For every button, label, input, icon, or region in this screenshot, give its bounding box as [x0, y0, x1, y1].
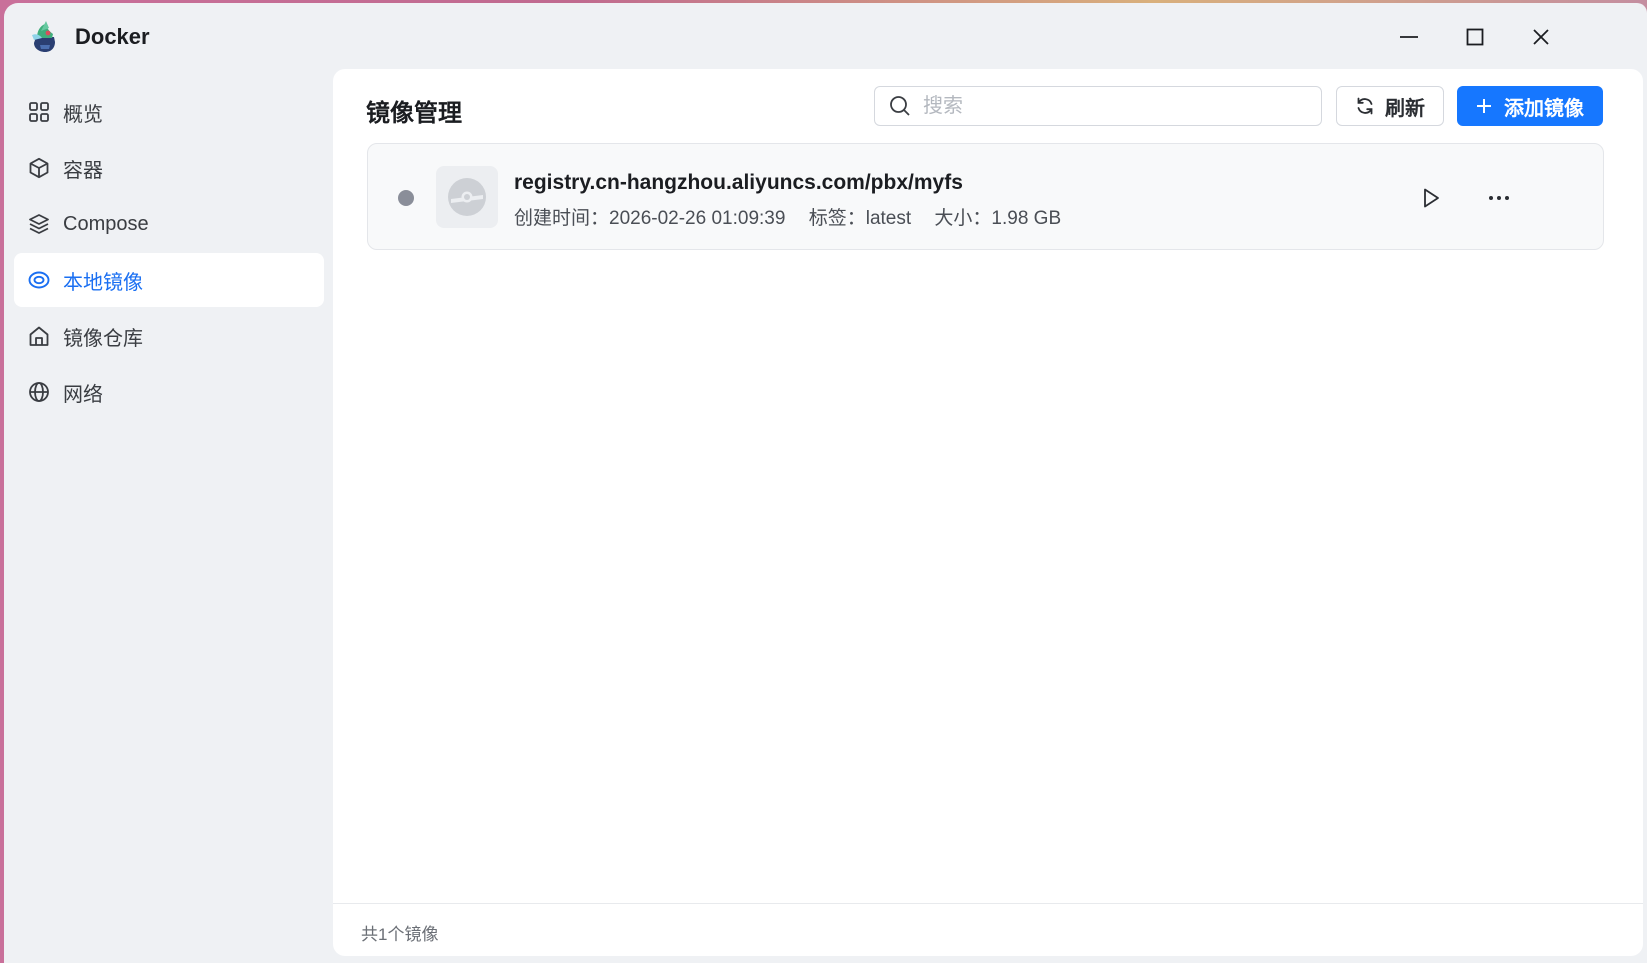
search-input[interactable] [921, 93, 1305, 119]
sidebar-item-label: Compose [63, 212, 149, 235]
app-title: Docker [75, 24, 150, 49]
page-title: 镜像管理 [366, 100, 462, 127]
sidebar-item-local-images[interactable]: 本地镜像 [14, 253, 324, 307]
refresh-icon [1355, 96, 1375, 116]
image-list-item[interactable]: registry.cn-hangzhou.aliyuncs.com/pbx/my… [367, 143, 1604, 250]
refresh-label: 刷新 [1385, 97, 1425, 120]
search-box[interactable] [874, 86, 1322, 126]
layers-icon [27, 212, 51, 236]
play-icon [1424, 188, 1439, 208]
image-size: 大小：1.98 GB [934, 208, 1062, 229]
image-name: registry.cn-hangzhou.aliyuncs.com/pbx/my… [514, 171, 963, 194]
globe-icon [27, 380, 51, 404]
maximize-button[interactable] [1455, 19, 1495, 55]
main-panel: 镜像管理 刷新 添加镜 [333, 69, 1643, 956]
sidebar-item-label: 概览 [63, 103, 103, 126]
image-tag: 标签：latest [808, 208, 912, 229]
title-bar: Docker [4, 3, 1647, 69]
run-button[interactable] [1413, 180, 1449, 216]
home-icon [27, 324, 51, 348]
sidebar-item-network[interactable]: 网络 [14, 365, 324, 419]
footer: 共1个镜像 [333, 903, 1643, 956]
cube-icon [27, 156, 51, 180]
disc-icon [27, 268, 51, 292]
maximize-icon [1466, 28, 1484, 46]
docker-window: Docker 概览 容器 Compose 本地镜像 镜像仓库 网络 镜像管理 搜… [4, 3, 1647, 963]
minimize-button[interactable] [1389, 19, 1429, 55]
status-dot [398, 190, 414, 206]
grid-icon [27, 100, 51, 124]
add-image-button[interactable]: 添加镜像 [1457, 86, 1603, 126]
sidebar-item-containers[interactable]: 容器 [14, 141, 324, 195]
sidebar-item-label: 本地镜像 [63, 271, 143, 294]
more-icon [1489, 196, 1509, 200]
close-button[interactable] [1521, 19, 1561, 55]
sidebar-item-compose[interactable]: Compose [14, 197, 324, 251]
image-meta: 创建时间：2026-02-26 01:09:39 标签：latest 大小：1.… [514, 203, 1079, 230]
image-count: 共1个镜像 [361, 925, 439, 944]
docker-app-icon [28, 19, 60, 53]
image-thumbnail [436, 166, 498, 228]
add-image-label: 添加镜像 [1504, 97, 1584, 120]
sidebar-item-label: 网络 [63, 383, 103, 406]
plus-icon [1476, 98, 1492, 114]
minimize-icon [1400, 36, 1418, 38]
refresh-button[interactable]: 刷新 [1336, 86, 1444, 126]
close-icon [1533, 29, 1549, 45]
sidebar-item-label: 镜像仓库 [63, 327, 143, 350]
sidebar-item-image-registry[interactable]: 镜像仓库 [14, 309, 324, 363]
sidebar: 概览 容器 Compose 本地镜像 镜像仓库 网络 [14, 85, 324, 421]
disc-icon [448, 178, 486, 216]
more-options-button[interactable] [1481, 180, 1517, 216]
image-created: 创建时间：2026-02-26 01:09:39 [514, 208, 786, 229]
sidebar-item-label: 容器 [63, 159, 103, 182]
sidebar-item-overview[interactable]: 概览 [14, 85, 324, 139]
search-icon [890, 96, 910, 116]
